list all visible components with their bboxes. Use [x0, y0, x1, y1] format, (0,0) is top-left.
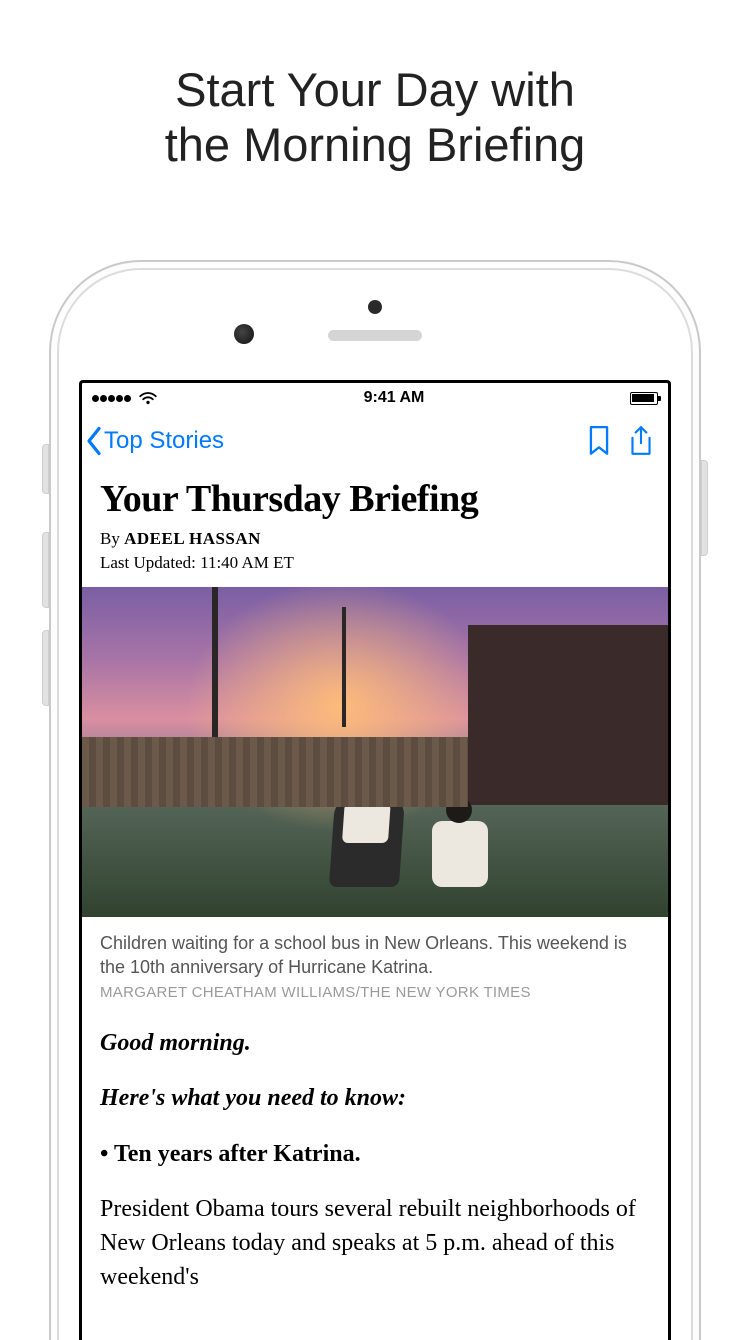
- bookmark-icon: [588, 426, 610, 456]
- share-icon: [628, 425, 654, 457]
- share-button[interactable]: [628, 425, 654, 457]
- phone-power-button: [701, 460, 708, 556]
- article-body: Good morning. Here's what you need to kn…: [100, 1027, 650, 1295]
- phone-speaker-icon: [328, 330, 422, 341]
- phone-mute-switch: [42, 444, 49, 494]
- article-headline: Your Thursday Briefing: [100, 477, 650, 521]
- article-updated: Last Updated: 11:40 AM ET: [100, 553, 650, 573]
- status-bar: 9:41 AM: [82, 383, 668, 413]
- body-bullet-1: • Ten years after Katrina.: [100, 1138, 650, 1172]
- phone-volume-up: [42, 532, 49, 608]
- promo-headline: Start Your Day with the Morning Briefing: [0, 0, 750, 173]
- phone-camera-icon: [234, 324, 254, 344]
- article-hero-image: [82, 587, 668, 917]
- wifi-icon: [138, 391, 158, 405]
- phone-sensor-icon: [368, 300, 382, 314]
- phone-mockup: 9:41 AM Top Stories: [49, 260, 701, 1340]
- promo-line1: Start Your Day with: [0, 62, 750, 117]
- back-button[interactable]: Top Stories: [84, 426, 224, 456]
- article: Your Thursday Briefing By ADEEL HASSAN L…: [82, 469, 668, 1294]
- battery-icon: [630, 392, 658, 405]
- bookmark-button[interactable]: [588, 426, 610, 456]
- image-caption: Children waiting for a school bus in New…: [100, 931, 650, 980]
- promo-line2: the Morning Briefing: [0, 117, 750, 172]
- back-label: Top Stories: [104, 427, 224, 455]
- byline-author: ADEEL HASSAN: [124, 529, 261, 548]
- phone-volume-down: [42, 630, 49, 706]
- app-screen: 9:41 AM Top Stories: [79, 380, 671, 1340]
- body-para-1: President Obama tours several rebuilt ne…: [100, 1193, 650, 1294]
- article-byline: By ADEEL HASSAN: [100, 529, 650, 549]
- status-time: 9:41 AM: [364, 389, 425, 407]
- byline-prefix: By: [100, 529, 124, 548]
- cell-signal-icon: [92, 389, 132, 407]
- chevron-left-icon: [84, 426, 104, 456]
- nav-bar: Top Stories: [82, 413, 668, 469]
- body-lead: Here's what you need to know:: [100, 1082, 650, 1116]
- body-greeting: Good morning.: [100, 1027, 650, 1061]
- image-credit: MARGARET CHEATHAM WILLIAMS/THE NEW YORK …: [100, 984, 650, 1001]
